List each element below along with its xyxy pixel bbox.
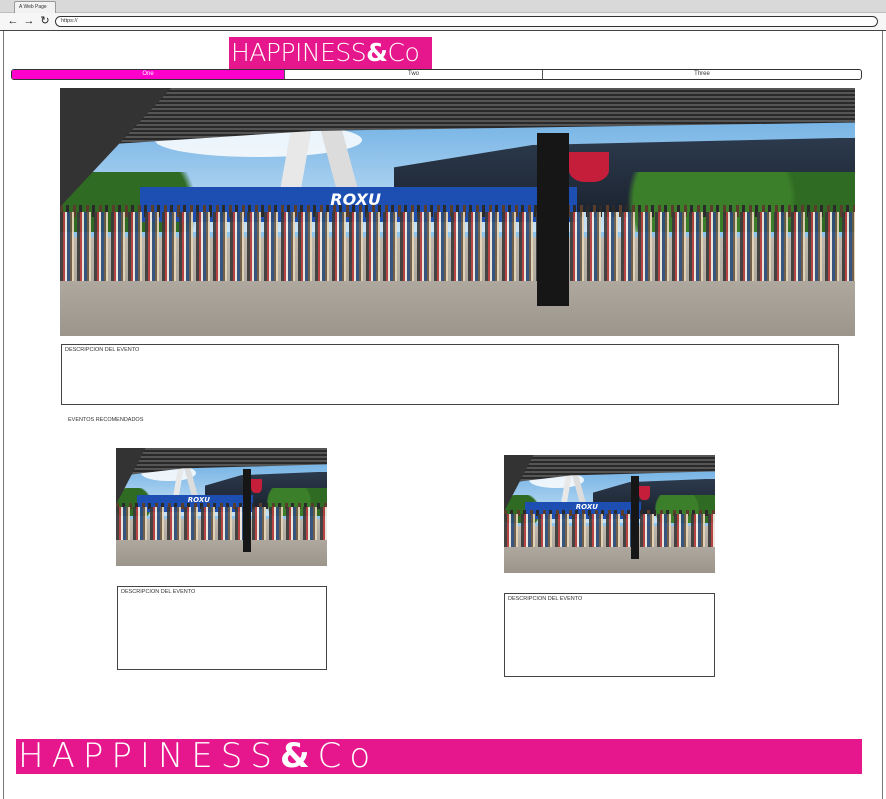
brand-logo-footer-text: HAPPINESS&Co [16, 739, 862, 774]
recommended-description-box-2: DESCRIPCION DEL EVENTO [504, 593, 715, 677]
hero-event-image: ROXU [60, 88, 855, 336]
brand-logo-header[interactable]: HAPPINESS&Co [229, 37, 432, 69]
reload-icon[interactable]: ↻ [39, 14, 51, 28]
browser-tab-title: A Web Page [19, 4, 47, 10]
photo-pillar [630, 476, 640, 559]
brand-logo-footer[interactable]: HAPPINESS&Co [16, 739, 862, 774]
address-bar[interactable]: https:// [55, 16, 878, 27]
photo-club-badge [568, 152, 609, 183]
recommended-description-label-2: DESCRIPCION DEL EVENTO [508, 596, 583, 602]
photo-club-badge [251, 478, 262, 493]
tab-one[interactable]: One [12, 70, 285, 79]
brand-logo-text: HAPPINESS&Co [229, 37, 432, 69]
brand-name-part1: HAPPINESS [18, 739, 280, 774]
hero-description-box: DESCRIPCION DEL EVENTO [61, 344, 839, 405]
recommended-section-label: EVENTOS RECOMENDADOS [68, 417, 144, 423]
brand-name-part2: Co [387, 38, 420, 67]
photo-crowd [504, 514, 715, 548]
photo-pillar [537, 132, 569, 307]
recommended-event-image-2[interactable]: ROXU [504, 455, 715, 573]
photo-crowd [60, 212, 855, 282]
photo-crowd [116, 507, 327, 541]
tab-two[interactable]: Two [285, 70, 543, 79]
arrow-right-icon[interactable]: → [23, 14, 35, 28]
arrow-left-icon[interactable]: ← [7, 14, 19, 28]
brand-name-part2: Co [317, 739, 379, 774]
browser-tab[interactable]: A Web Page [14, 1, 56, 13]
tab-bar: One Two Three [11, 69, 862, 80]
tab-three[interactable]: Three [543, 70, 861, 79]
browser-titlebar [0, 0, 886, 13]
photo-pillar [242, 469, 252, 552]
recommended-description-box-1: DESCRIPCION DEL EVENTO [117, 586, 327, 670]
recommended-description-label-1: DESCRIPCION DEL EVENTO [121, 589, 196, 595]
photo-club-badge [639, 485, 650, 500]
brand-ampersand: & [279, 739, 318, 774]
recommended-event-image-1[interactable]: ROXU [116, 448, 327, 566]
brand-ampersand: & [366, 38, 388, 67]
address-url: https:// [61, 18, 78, 24]
brand-name-part1: HAPPINESS [231, 38, 367, 67]
hero-description-label: DESCRIPCION DEL EVENTO [65, 347, 140, 353]
